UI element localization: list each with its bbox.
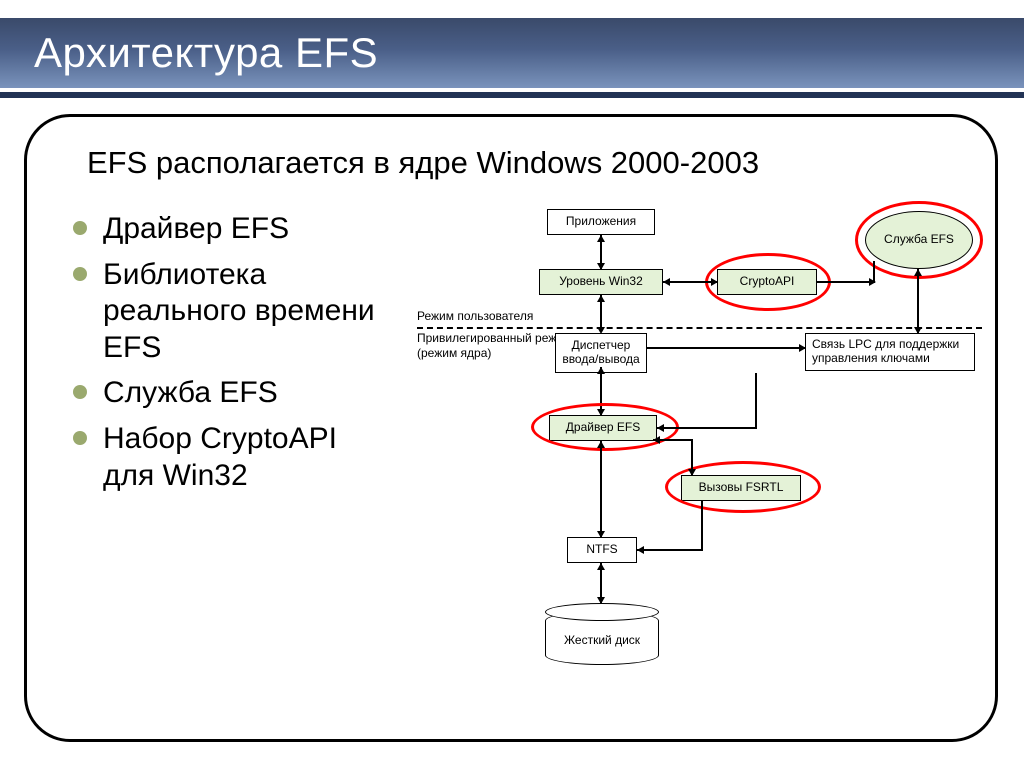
slide-subtitle: EFS располагается в ядре Windows 2000-20… bbox=[87, 145, 947, 181]
list-item: Набор CryptoAPI для Win32 bbox=[65, 421, 395, 494]
box-applications: Приложения bbox=[547, 209, 655, 235]
box-lpc: Связь LPC для поддержки управления ключа… bbox=[805, 333, 975, 371]
connector bbox=[663, 281, 717, 283]
disk-cylinder: Жесткий диск bbox=[545, 603, 659, 665]
connector bbox=[755, 373, 757, 429]
connector bbox=[817, 281, 875, 283]
arrowhead bbox=[688, 469, 696, 476]
arrowhead bbox=[869, 278, 876, 286]
box-efs-service: Служба EFS bbox=[865, 211, 973, 269]
arrowhead bbox=[657, 424, 664, 432]
box-fsrtl: Вызовы FSRTL bbox=[681, 475, 801, 501]
label-user-mode: Режим пользователя bbox=[417, 309, 533, 323]
arrowhead bbox=[597, 563, 605, 570]
box-ntfs: NTFS bbox=[567, 537, 637, 563]
connector bbox=[701, 501, 703, 551]
architecture-diagram: Приложения Уровень Win32 CryptoAPI Служб… bbox=[417, 205, 987, 715]
arrowhead bbox=[637, 546, 644, 554]
label-kernel-mode-1: Привилегированный режим bbox=[417, 331, 571, 345]
label-kernel-mode-2: (режим ядра) bbox=[417, 346, 491, 360]
connector bbox=[657, 427, 757, 429]
connector bbox=[600, 367, 602, 415]
arrowhead bbox=[597, 295, 605, 302]
label-disk: Жесткий диск bbox=[545, 633, 659, 647]
connector bbox=[917, 269, 919, 333]
box-efs-driver: Драйвер EFS bbox=[549, 415, 657, 441]
title-rule bbox=[0, 92, 1024, 98]
arrowhead bbox=[914, 327, 922, 334]
slide-title-band: Архитектура EFS bbox=[0, 18, 1024, 88]
bullet-list: Драйвер EFS Библиотека реального времени… bbox=[65, 211, 395, 503]
connector bbox=[600, 441, 602, 537]
box-cryptoapi: CryptoAPI bbox=[717, 269, 817, 295]
arrowhead bbox=[914, 269, 922, 276]
list-item: Служба EFS bbox=[65, 375, 395, 412]
arrowhead bbox=[597, 367, 605, 374]
list-item: Драйвер EFS bbox=[65, 211, 395, 248]
box-win32: Уровень Win32 bbox=[539, 269, 663, 295]
list-item: Библиотека реального времени EFS bbox=[65, 257, 395, 367]
connector bbox=[647, 347, 805, 349]
arrowhead bbox=[711, 278, 718, 286]
arrowhead bbox=[799, 344, 806, 352]
mode-separator bbox=[417, 327, 982, 329]
connector bbox=[637, 549, 703, 551]
arrowhead bbox=[663, 278, 670, 286]
arrowhead bbox=[653, 436, 660, 444]
slide-title: Архитектура EFS bbox=[34, 29, 378, 77]
arrowhead bbox=[597, 441, 605, 448]
content-card: EFS располагается в ядре Windows 2000-20… bbox=[24, 114, 998, 742]
arrowhead bbox=[597, 235, 605, 242]
